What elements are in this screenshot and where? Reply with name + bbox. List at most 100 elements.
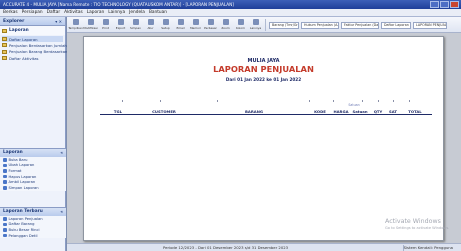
report-tree: Daftar Laporan Penjualan Berdasarkan Jum…	[0, 35, 88, 62]
collapse-icon[interactable]: «	[60, 149, 63, 157]
show-icon	[72, 19, 79, 25]
header-underline	[100, 114, 432, 115]
delete-icon	[3, 174, 7, 179]
report-task-panel: Laporan « Buka Baru Ubah Laporan Format …	[0, 148, 66, 191]
open-icon	[3, 180, 7, 184]
more-icon	[252, 19, 259, 25]
email-button[interactable]: Email	[174, 18, 187, 30]
report-icon	[3, 222, 7, 227]
combo-daftar-laporan[interactable]: Daftar Laporan	[381, 22, 411, 29]
arrange-button[interactable]: Atur	[144, 18, 157, 30]
report-icon	[3, 233, 7, 238]
column-icon	[237, 19, 244, 25]
button-label: Memoir	[190, 26, 201, 30]
button-label: Export	[115, 26, 126, 30]
window-title: ACCURATE 4 - MULIA JAYA [Nama Remote : T…	[3, 2, 234, 7]
zoom-icon	[222, 19, 229, 25]
close-button[interactable]	[450, 1, 459, 8]
column-subheader: Satuan	[348, 103, 360, 107]
watermark-line1: Activate Windows	[385, 218, 441, 225]
email-icon	[177, 19, 184, 25]
modify-icon	[87, 19, 94, 25]
show-button[interactable]: Tampilkan	[68, 18, 83, 30]
column-tick	[160, 100, 161, 102]
status-period: Periode 12/2023 - Dari 01 Desember 2023 …	[163, 245, 289, 250]
button-label: Print	[102, 26, 109, 30]
status-bar: Periode 12/2023 - Dari 01 Desember 2023 …	[67, 243, 461, 251]
task-item[interactable]: Simpan Laporan	[0, 185, 66, 191]
export-button[interactable]: Export	[114, 18, 127, 30]
explorer-sidebar: Explorer ▾ ✕ Laporan Daftar Laporan Penj…	[0, 17, 88, 251]
column-tick	[122, 100, 123, 102]
new-icon	[3, 158, 7, 162]
menu-bar: Berkas Persiapan Daftar Aktivitas Lapora…	[0, 9, 461, 17]
column-tick	[409, 100, 410, 102]
combo-faktur-penjualan[interactable]: Faktur Penjualan (Da...	[341, 22, 379, 29]
tree-item-label: Penjualan Berdasarkan Jumlah	[9, 42, 67, 48]
column-tick	[362, 100, 363, 102]
zoom-button[interactable]: Zoom	[219, 18, 232, 30]
setup-button[interactable]: Setup	[159, 18, 172, 30]
combo-hukum-penjualan[interactable]: Hukum Penjualan (A...	[301, 22, 339, 29]
menu-lainnya[interactable]: Lainnya	[108, 10, 125, 15]
collapse-icon[interactable]: «	[60, 208, 63, 216]
menu-jendela[interactable]: Jendela	[129, 10, 145, 15]
task-item-label: Ambil Laporan	[8, 180, 36, 185]
toolbar-divider	[265, 19, 266, 31]
report-toolbar: Tampilkan Modifikasi Print Export Simpan…	[67, 17, 461, 33]
recent-item[interactable]: Pelanggan Detil	[0, 233, 66, 239]
minimize-button[interactable]	[430, 1, 439, 8]
panel-close-icon[interactable]: ▾ ✕	[55, 17, 62, 26]
button-label: Simpan	[130, 26, 141, 30]
button-label: Kolom	[236, 26, 245, 30]
task-panel-title: Laporan Terbaru	[3, 209, 43, 214]
button-label: Email	[176, 26, 185, 30]
zoom-in-button[interactable]: Perbesar	[204, 18, 217, 30]
menu-persiapan[interactable]: Persiapan	[22, 10, 43, 15]
folder-icon	[2, 37, 7, 42]
folder-icon	[2, 43, 7, 48]
title-bar: ACCURATE 4 - MULIA JAYA [Nama Remote : T…	[0, 0, 461, 9]
combo-barang[interactable]: Barang (Tmr/Grs)	[269, 22, 299, 29]
tree-item-penjualan-jumlah[interactable]: Penjualan Berdasarkan Jumlah	[2, 42, 67, 48]
recent-item-label: Daftar Barang	[8, 222, 35, 227]
button-label: Zoom	[221, 26, 230, 30]
button-label: Lainnya	[249, 26, 262, 30]
tree-item-daftar-aktivitas[interactable]: Daftar Aktivitas	[2, 55, 63, 61]
menu-bantuan[interactable]: Bantuan	[149, 10, 167, 15]
combo-laporan-penjualan[interactable]: LAPORAN PENJUALAN	[413, 22, 447, 29]
folder-icon	[2, 56, 7, 61]
menu-daftar[interactable]: Daftar	[47, 10, 60, 15]
tree-header[interactable]: Laporan	[0, 26, 65, 35]
modify-button[interactable]: Modifikasi	[83, 18, 98, 30]
folder-icon	[2, 49, 7, 54]
task-panel-title: Laporan	[3, 150, 23, 155]
folder-icon	[2, 28, 7, 33]
task-item-label: Hapus Laporan	[8, 174, 37, 179]
save-icon	[3, 186, 7, 190]
recent-item-label: Buku Besar Rinci	[8, 227, 40, 232]
save-icon	[132, 19, 139, 25]
tree-title: Laporan	[9, 28, 29, 33]
explorer-header: Explorer ▾ ✕	[0, 17, 65, 26]
button-label: Setup	[161, 26, 170, 30]
activation-watermark: Activate Windows Go to Settings to activ…	[385, 218, 449, 230]
task-panel-header[interactable]: Laporan Terbaru «	[0, 208, 66, 216]
column-tick	[333, 100, 334, 102]
more-button[interactable]: Lainnya	[249, 18, 262, 30]
save-button[interactable]: Simpan	[129, 18, 142, 30]
tree-item-penjualan-pelanggan[interactable]: Penjualan Barang Berdasarkan Pelanggan	[2, 49, 88, 55]
column-button[interactable]: Kolom	[234, 18, 247, 30]
memoir-button[interactable]: Memoir	[189, 18, 202, 30]
report-period: Dari 01 Jan 2022 ke 01 Jan 2022	[225, 77, 302, 82]
tree-item-label: Daftar Laporan	[9, 36, 38, 42]
maximize-button[interactable]	[440, 1, 449, 8]
menu-aktivitas[interactable]: Aktivitas	[64, 10, 83, 15]
print-button[interactable]: Print	[99, 18, 112, 30]
arrange-icon	[147, 19, 154, 25]
menu-laporan[interactable]: Laporan	[87, 10, 105, 15]
menu-berkas[interactable]: Berkas	[3, 10, 18, 15]
window-controls	[430, 1, 459, 8]
task-panel-header[interactable]: Laporan «	[0, 149, 66, 157]
tree-item-label: Daftar Aktivitas	[9, 55, 39, 61]
